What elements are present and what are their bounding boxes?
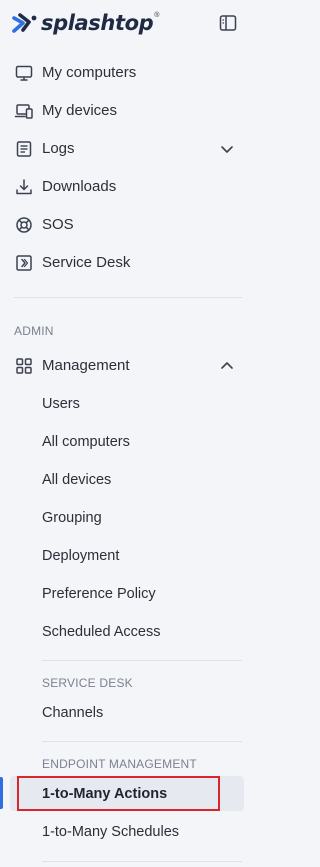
nav-item-service-desk[interactable]: Service Desk: [0, 244, 254, 282]
sub-item-preference-policy[interactable]: Preference Policy: [0, 575, 254, 613]
sub-item-1-to-many-schedules[interactable]: 1-to-Many Schedules: [0, 813, 254, 851]
sub-item-label: Channels: [42, 705, 104, 721]
chevron-down-icon[interactable]: [219, 141, 235, 157]
nav-item-label: Logs: [42, 140, 75, 157]
sub-item-label: Scheduled Access: [42, 624, 161, 640]
service-desk-heading: SERVICE DESK: [42, 676, 133, 690]
sub-item-deployment[interactable]: Deployment: [0, 537, 254, 575]
download-icon: [16, 179, 32, 195]
sub-item-label: 1-to-Many Actions: [42, 786, 168, 802]
sub-item-users[interactable]: Users: [0, 385, 254, 423]
sub-item-label: Preference Policy: [42, 586, 156, 602]
endpoint-management-heading: ENDPOINT MANAGEMENT: [42, 757, 197, 771]
sub-item-label: 1-to-Many Schedules: [42, 824, 180, 840]
nav-item-downloads[interactable]: Downloads: [0, 168, 254, 206]
splashtop-logo-icon: [12, 13, 37, 33]
sub-item-label: All devices: [42, 472, 112, 488]
nav-item-label: My devices: [42, 102, 118, 119]
nav-item-my-computers[interactable]: My computers: [0, 54, 254, 92]
active-indicator: [0, 777, 3, 809]
section-divider: [42, 660, 242, 661]
splashtop-logo[interactable]: splashtop ®: [12, 10, 159, 36]
nav-item-management[interactable]: Management: [0, 347, 254, 385]
sub-item-all-computers[interactable]: All computers: [0, 423, 254, 461]
sub-item-label: Grouping: [42, 510, 102, 526]
section-divider: [14, 297, 242, 298]
chevron-up-icon[interactable]: [219, 358, 235, 374]
sub-item-channels[interactable]: Channels: [0, 694, 254, 732]
admin-heading: ADMIN: [14, 324, 54, 338]
nav-item-sos[interactable]: SOS: [0, 206, 254, 244]
sub-item-label: Deployment: [42, 548, 120, 564]
sub-item-label: All computers: [42, 434, 130, 450]
nav-item-label: Service Desk: [42, 254, 131, 271]
section-divider: [42, 861, 242, 862]
devices-icon: [14, 104, 33, 119]
sub-item-all-devices[interactable]: All devices: [0, 461, 254, 499]
nav-item-label: Management: [42, 357, 130, 374]
nav-item-my-devices[interactable]: My devices: [0, 92, 254, 130]
sub-item-grouping[interactable]: Grouping: [0, 499, 254, 537]
service-desk-icon: [16, 255, 32, 271]
grid-icon: [16, 358, 32, 374]
monitor-icon: [15, 65, 33, 81]
nav-item-label: SOS: [42, 216, 74, 233]
log-icon: [16, 141, 32, 157]
section-divider: [42, 741, 242, 742]
nav-item-label: My computers: [42, 64, 137, 81]
sub-item-label: Users: [42, 396, 80, 412]
collapse-sidebar-icon[interactable]: [218, 13, 238, 33]
brand-name: splashtop: [41, 11, 154, 35]
sidebar-header: splashtop ®: [0, 0, 254, 46]
trademark: ®: [154, 12, 160, 19]
nav-item-logs[interactable]: Logs: [0, 130, 254, 168]
sos-icon: [16, 217, 32, 233]
nav-item-label: Downloads: [42, 178, 117, 195]
sub-item-1-to-many-actions[interactable]: 1-to-Many Actions: [0, 775, 254, 813]
sub-item-scheduled-access[interactable]: Scheduled Access: [0, 613, 254, 651]
